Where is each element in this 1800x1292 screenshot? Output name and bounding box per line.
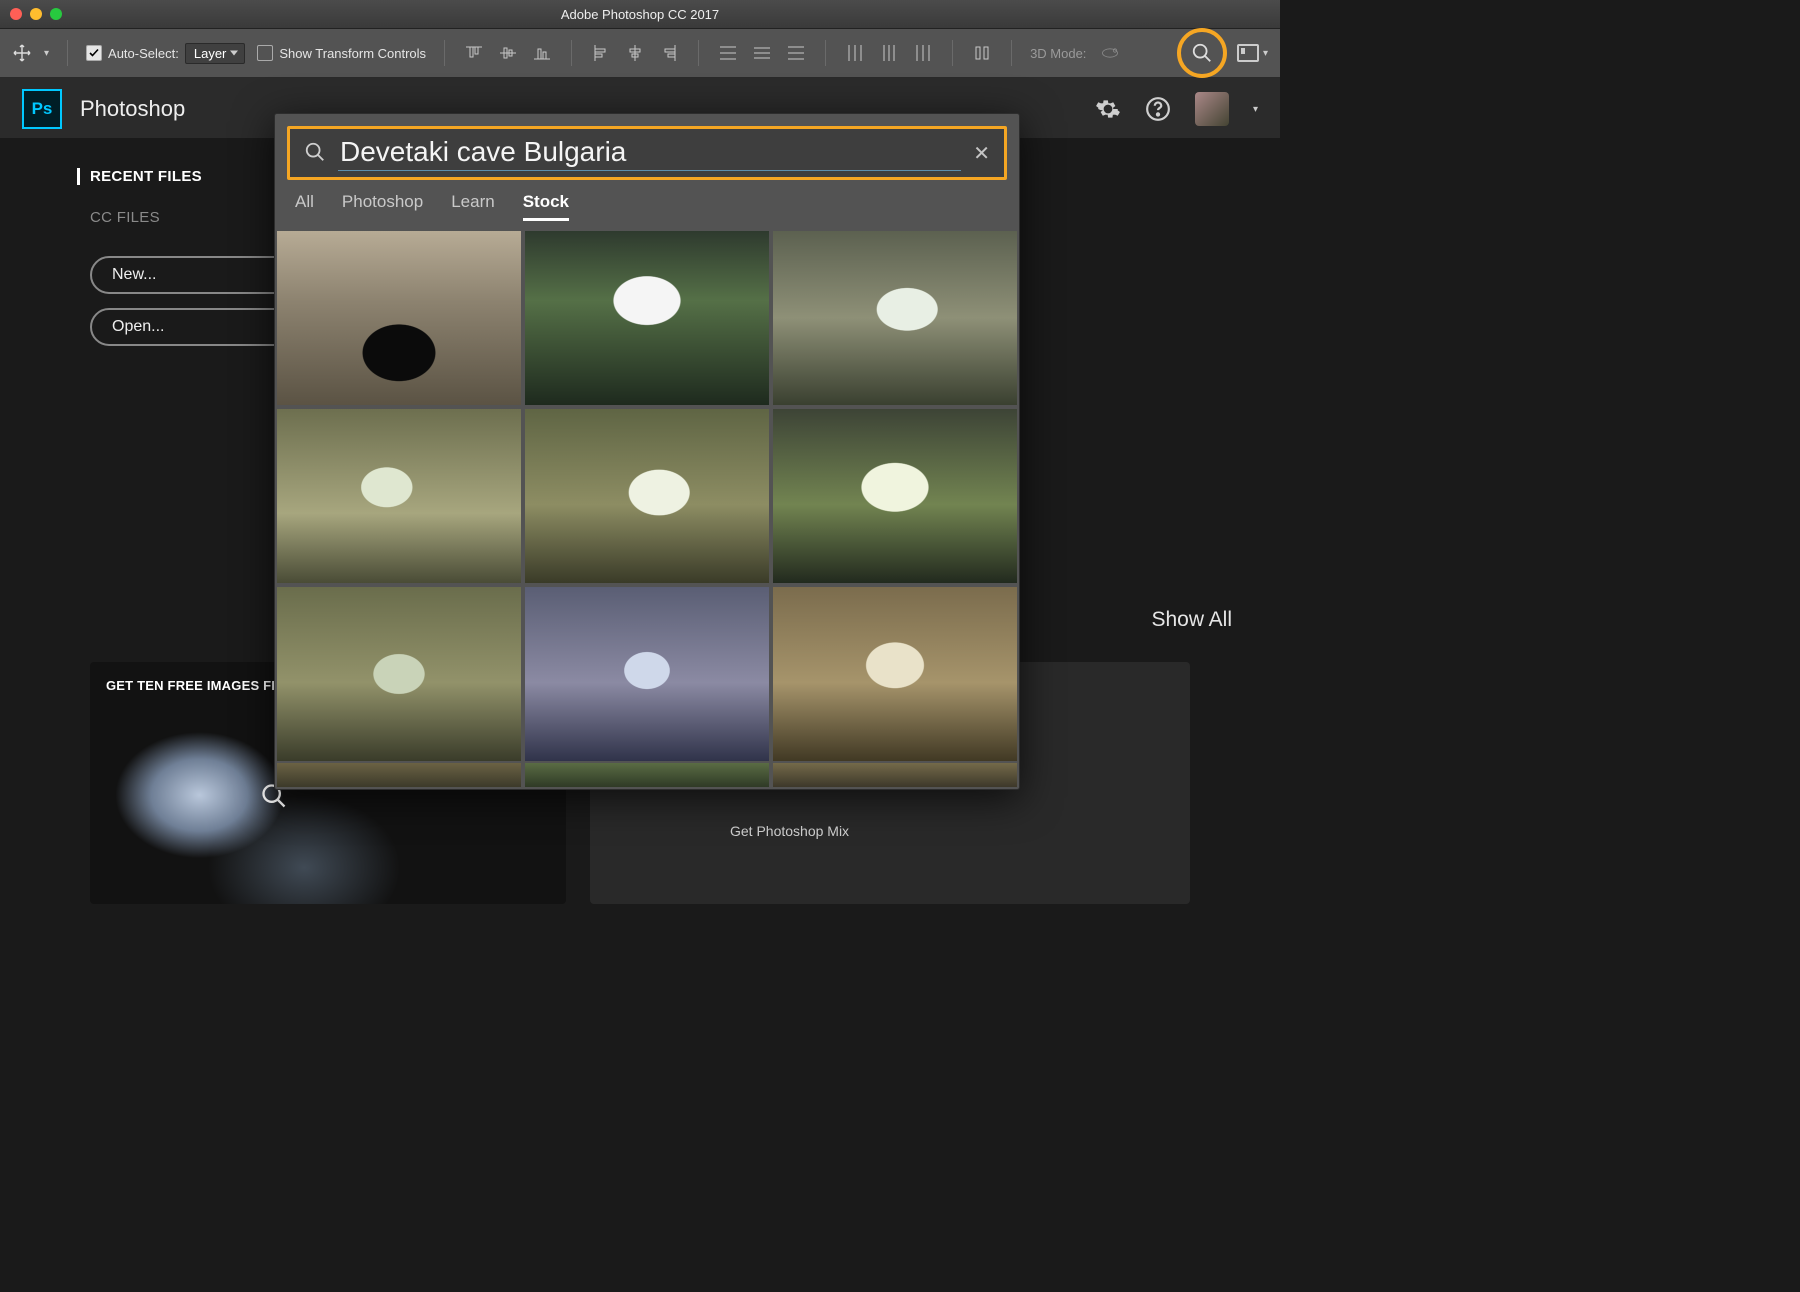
search-tab-learn[interactable]: Learn <box>451 192 494 221</box>
auto-select-option[interactable]: Auto-Select: Layer <box>86 43 245 64</box>
help-icon[interactable] <box>1145 96 1171 122</box>
divider <box>444 40 445 66</box>
align-vertical-centers-icon[interactable] <box>497 42 519 64</box>
search-tab-stock[interactable]: Stock <box>523 192 569 221</box>
search-scope-tabs: All Photoshop Learn Stock <box>275 192 1019 229</box>
stock-result-thumb[interactable] <box>277 409 521 583</box>
screen-mode-icon <box>1237 44 1259 62</box>
auto-select-target-dropdown[interactable]: Layer <box>185 43 246 64</box>
zoom-window-button[interactable] <box>50 8 62 20</box>
distribute-right-icon[interactable] <box>912 42 934 64</box>
stock-results-grid <box>275 229 1019 763</box>
window-title: Adobe Photoshop CC 2017 <box>0 7 1280 22</box>
app-search-button[interactable] <box>1179 30 1225 76</box>
divider <box>1011 40 1012 66</box>
align-right-edges-icon[interactable] <box>658 42 680 64</box>
stock-result-thumb[interactable] <box>525 409 769 583</box>
search-tab-photoshop[interactable]: Photoshop <box>342 192 423 221</box>
align-left-edges-icon[interactable] <box>590 42 612 64</box>
options-bar: ▾ Auto-Select: Layer Show Transform Cont… <box>0 29 1280 78</box>
align-horizontal-centers-icon[interactable] <box>624 42 646 64</box>
stock-result-thumb[interactable] <box>773 763 1017 787</box>
show-transform-label: Show Transform Controls <box>279 46 426 61</box>
stock-result-thumb[interactable] <box>277 587 521 761</box>
account-avatar[interactable] <box>1195 92 1229 126</box>
distribute-bottom-icon[interactable] <box>785 42 807 64</box>
stock-result-thumb[interactable] <box>277 763 521 787</box>
stock-result-thumb[interactable] <box>773 587 1017 761</box>
photoshop-logo-icon: Ps <box>22 89 62 129</box>
search-input[interactable] <box>338 135 961 171</box>
stock-results-grid-overflow <box>275 763 1019 789</box>
tutorial-highlight-ring <box>1177 28 1227 78</box>
auto-select-label: Auto-Select: <box>108 46 179 61</box>
align-bottom-edges-icon[interactable] <box>531 42 553 64</box>
preferences-gear-icon[interactable] <box>1095 96 1121 122</box>
stock-result-thumb[interactable] <box>773 231 1017 405</box>
distribute-vcenter-icon[interactable] <box>751 42 773 64</box>
divider <box>571 40 572 66</box>
tool-preset-dropdown[interactable]: ▾ <box>44 48 49 59</box>
divider <box>825 40 826 66</box>
close-window-button[interactable] <box>10 8 22 20</box>
divider <box>67 40 68 66</box>
move-tool-icon[interactable] <box>12 43 32 63</box>
minimize-window-button[interactable] <box>30 8 42 20</box>
window-titlebar: Adobe Photoshop CC 2017 <box>0 0 1280 29</box>
search-tab-all[interactable]: All <box>295 192 314 221</box>
search-field-highlight: ✕ <box>287 126 1007 180</box>
divider <box>952 40 953 66</box>
search-icon <box>304 141 326 166</box>
stock-result-thumb[interactable] <box>525 763 769 787</box>
promo-cta: Get Photoshop Mix <box>730 823 1174 839</box>
account-menu-chevron-icon[interactable]: ▾ <box>1253 104 1258 115</box>
stock-result-thumb[interactable] <box>277 231 521 405</box>
divider <box>698 40 699 66</box>
show-transform-checkbox[interactable] <box>257 45 273 61</box>
mode-3d-label: 3D Mode: <box>1030 46 1086 61</box>
distribute-hcenter-icon[interactable] <box>878 42 900 64</box>
in-app-search-panel: ✕ All Photoshop Learn Stock <box>274 113 1020 790</box>
orbit-3d-icon[interactable] <box>1098 41 1122 65</box>
auto-align-icon[interactable] <box>971 42 993 64</box>
show-transform-option[interactable]: Show Transform Controls <box>257 45 426 61</box>
distribute-left-icon[interactable] <box>844 42 866 64</box>
clear-search-icon[interactable]: ✕ <box>973 141 990 166</box>
stock-result-thumb[interactable] <box>525 231 769 405</box>
auto-select-checkbox[interactable] <box>86 45 102 61</box>
show-all-link[interactable]: Show All <box>1151 608 1232 632</box>
stock-result-thumb[interactable] <box>773 409 1017 583</box>
distribute-top-icon[interactable] <box>717 42 739 64</box>
product-name: Photoshop <box>80 96 185 122</box>
align-top-edges-icon[interactable] <box>463 42 485 64</box>
stock-result-thumb[interactable] <box>525 587 769 761</box>
screen-mode-switcher[interactable]: ▾ <box>1237 44 1268 62</box>
